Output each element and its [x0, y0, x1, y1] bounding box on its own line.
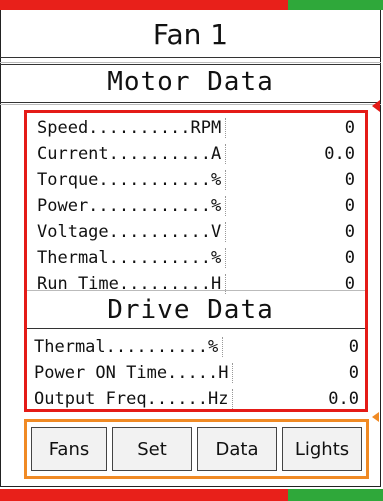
motor-row-torque: Torque...........% 0 — [37, 167, 355, 193]
status-indicator-red — [0, 489, 288, 501]
row-value: 0.0 — [324, 144, 355, 164]
row-label: Speed..........RPM — [37, 118, 222, 138]
separator — [225, 170, 227, 190]
row-value: 0 — [344, 222, 355, 242]
row-label: Output Freq......Hz — [34, 389, 229, 409]
separator — [222, 337, 224, 357]
row-value: 0 — [344, 248, 355, 268]
drive-data-heading: Drive Data — [107, 295, 274, 325]
divider — [27, 290, 365, 291]
set-button[interactable]: Set — [112, 427, 192, 471]
motor-row-voltage: Voltage..........V 0 — [37, 219, 355, 245]
row-value: 0.0 — [328, 389, 359, 409]
row-value: 0 — [348, 363, 359, 383]
motor-row-thermal: Thermal..........% 0 — [37, 245, 355, 271]
nav-bar: Fans Set Data Lights — [24, 419, 369, 479]
separator — [225, 248, 227, 268]
motor-row-speed: Speed..........RPM 0 — [37, 115, 355, 141]
row-value: 0 — [344, 118, 355, 138]
row-label: Voltage..........V — [37, 222, 222, 242]
page-title: Fan 1 — [0, 12, 381, 58]
status-indicator-green — [288, 489, 383, 501]
row-value: 0 — [344, 170, 355, 190]
fans-button[interactable]: Fans — [31, 427, 107, 471]
separator — [232, 363, 234, 383]
row-label: Torque...........% — [37, 170, 222, 190]
separator — [225, 274, 227, 294]
row-label: Thermal..........% — [34, 337, 219, 357]
motor-row-current: Current..........A 0.0 — [37, 141, 355, 167]
drive-row-power-on-time: Power ON Time.....H 0 — [34, 360, 359, 386]
separator — [232, 389, 234, 409]
separator — [225, 144, 227, 164]
separator — [225, 222, 227, 242]
status-bar-top — [0, 0, 383, 10]
lights-button[interactable]: Lights — [282, 427, 362, 471]
divider — [0, 104, 381, 105]
motor-row-power: Power............% 0 — [37, 193, 355, 219]
data-button[interactable]: Data — [197, 427, 277, 471]
status-indicator-green — [288, 0, 383, 10]
drive-row-output-freq: Output Freq......Hz 0.0 — [34, 386, 359, 412]
status-bar-bottom — [0, 489, 383, 501]
divider — [0, 62, 381, 63]
row-value: 0 — [348, 337, 359, 357]
separator — [225, 118, 227, 138]
row-label: Current..........A — [37, 144, 222, 164]
marker-arrow-orange — [372, 412, 379, 422]
drive-row-thermal: Thermal..........% 0 — [34, 334, 359, 360]
separator — [225, 196, 227, 216]
row-label: Power............% — [37, 196, 222, 216]
divider — [0, 102, 381, 103]
row-value: 0 — [344, 274, 355, 294]
row-value: 0 — [344, 196, 355, 216]
row-label: Power ON Time.....H — [34, 363, 229, 383]
status-indicator-red — [0, 0, 288, 10]
divider — [27, 328, 365, 329]
marker-arrow-red — [372, 100, 380, 112]
row-label: Run Time.........H — [37, 274, 222, 294]
row-label: Thermal..........% — [37, 248, 222, 268]
motor-data-heading: Motor Data — [107, 67, 274, 97]
